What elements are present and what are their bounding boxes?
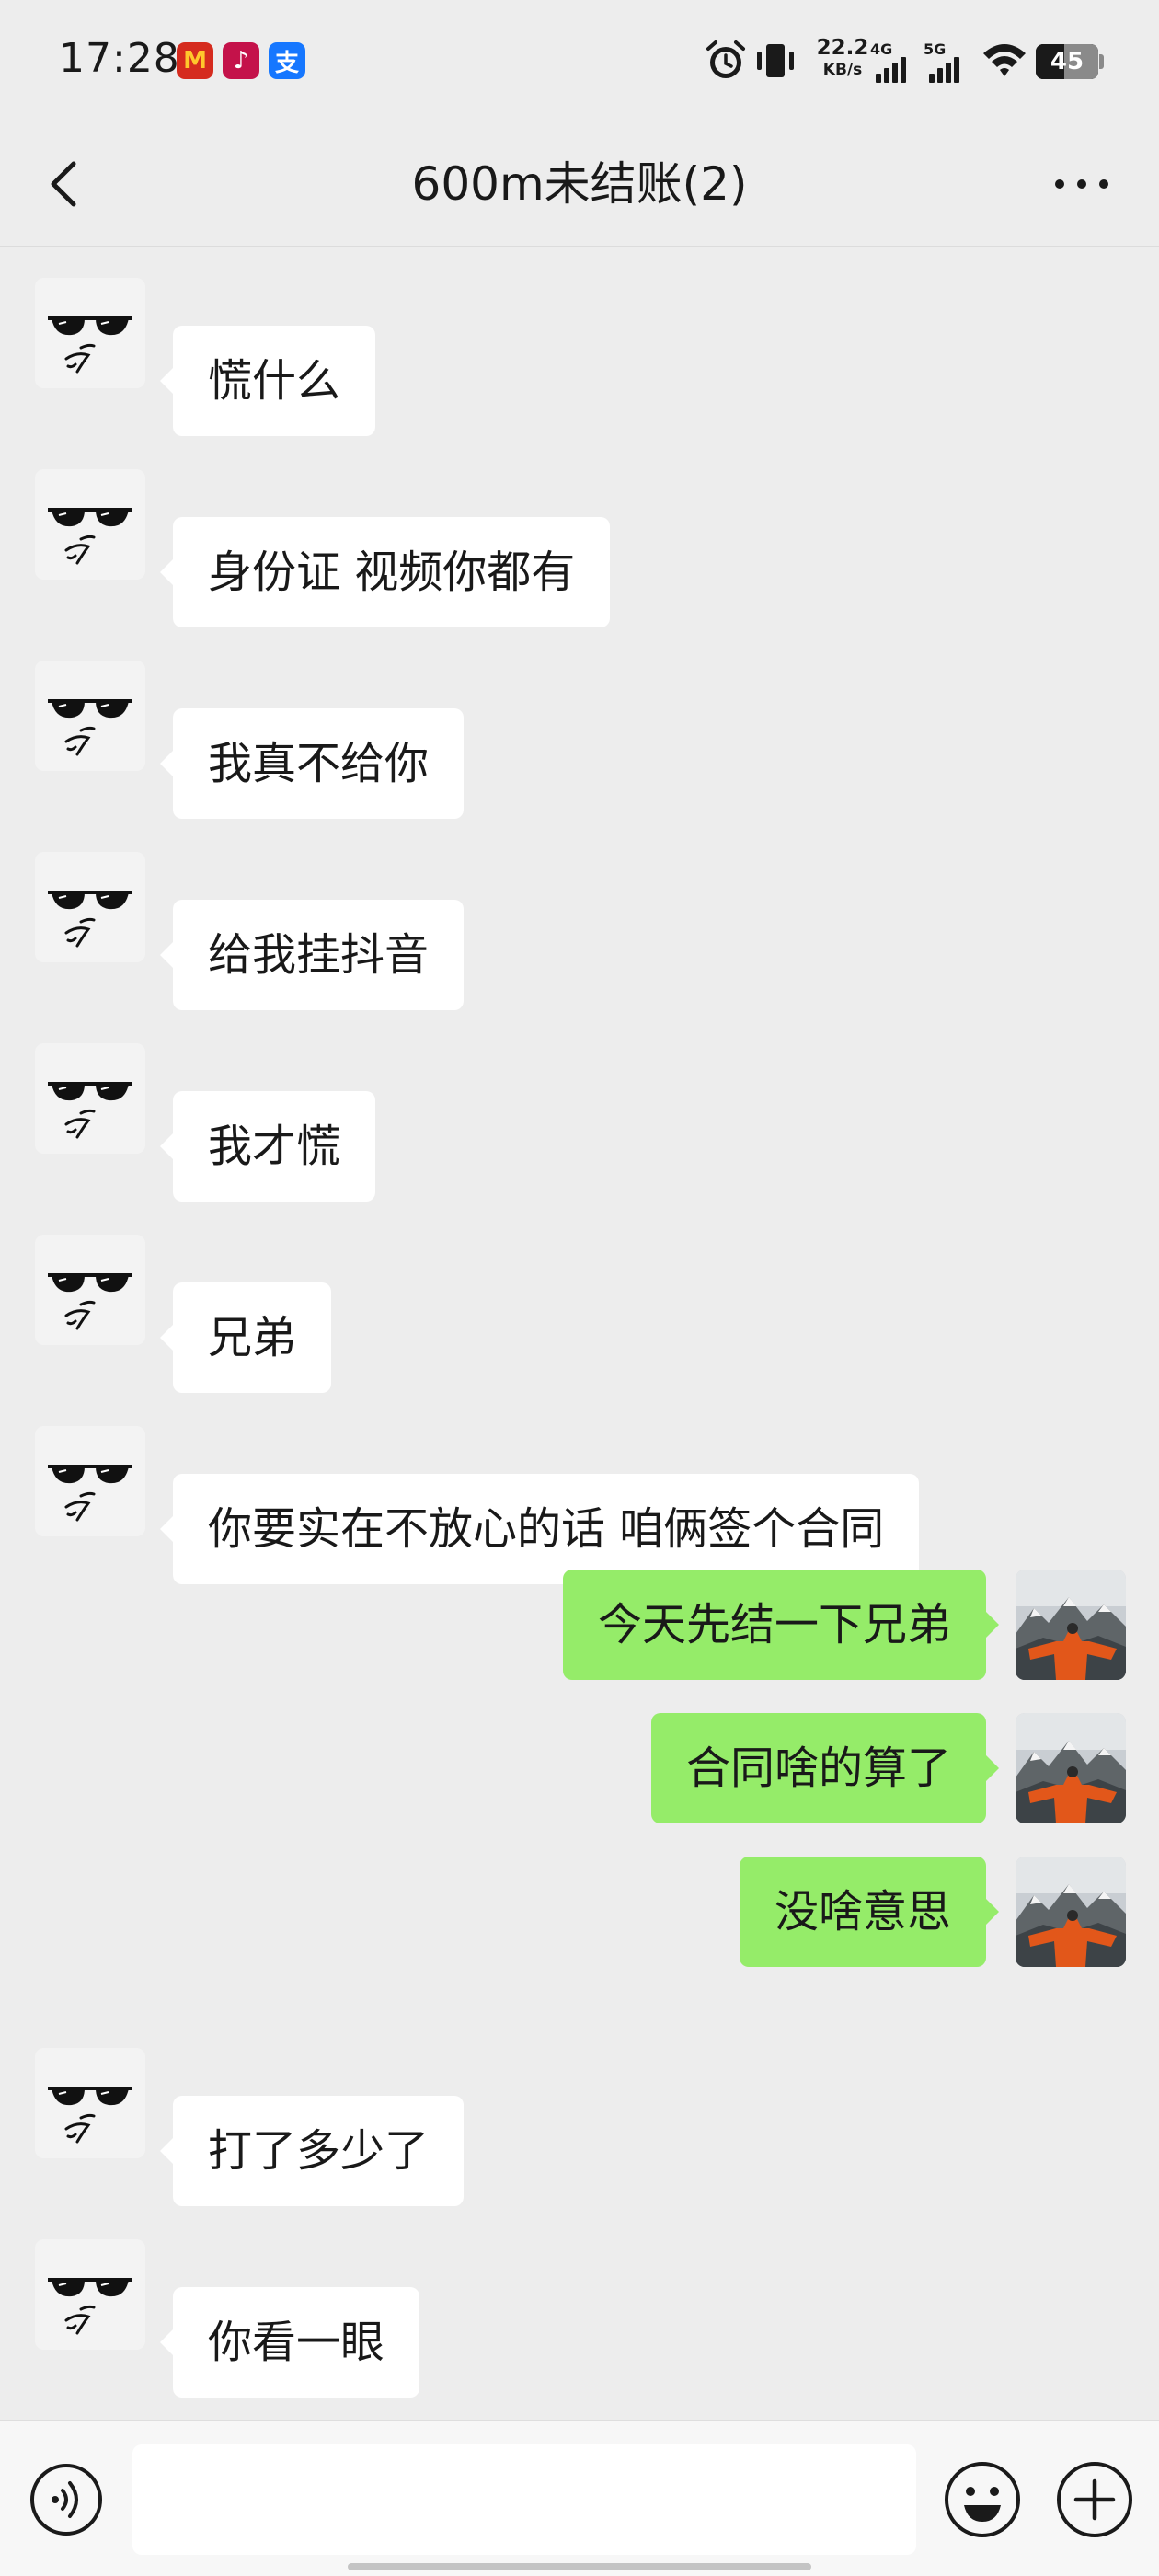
my-avatar[interactable] — [1016, 1713, 1126, 1823]
message-row: 没啥意思 — [0, 1857, 1159, 1967]
signal-4g-label: 4G — [870, 40, 893, 58]
sunglasses-face-avatar-image — [35, 278, 145, 388]
mountain-person-avatar-image — [1016, 1570, 1126, 1680]
my-avatar[interactable] — [1016, 1857, 1126, 1967]
mcdonalds-app-icon: M — [177, 42, 213, 79]
message-row: 打了多少了 — [0, 2048, 1159, 2206]
chat-title[interactable]: 600m未结账(2) — [276, 149, 883, 219]
sunglasses-face-avatar-image — [35, 2239, 145, 2350]
signal-5g-icon: 5G — [924, 40, 971, 83]
contact-avatar[interactable] — [35, 278, 145, 388]
plus-button[interactable] — [1054, 2459, 1135, 2540]
voice-button[interactable] — [28, 2461, 105, 2538]
incoming-message-bubble[interactable]: 慌什么 — [159, 326, 376, 436]
sunglasses-face-avatar-image — [35, 2048, 145, 2158]
back-button[interactable] — [31, 151, 98, 217]
message-row: 合同啥的算了 — [0, 1713, 1159, 1823]
my-avatar[interactable] — [1016, 1570, 1126, 1680]
message-row: 我才慌 — [0, 1043, 1159, 1202]
incoming-message-bubble[interactable]: 你看一眼 — [159, 2287, 420, 2398]
tiktok-app-icon: ♪ — [223, 42, 259, 79]
chat-header: 600m未结账(2) — [0, 123, 1159, 247]
vibrate-icon — [757, 44, 794, 77]
incoming-message-bubble[interactable]: 我真不给你 — [159, 708, 465, 819]
outgoing-message-bubble[interactable]: 没啥意思 — [739, 1857, 1000, 1967]
sunglasses-face-avatar-image — [35, 1043, 145, 1154]
alipay-app-icon: 支 — [269, 42, 305, 79]
more-button[interactable] — [1045, 160, 1119, 208]
sunglasses-face-avatar-image — [35, 661, 145, 771]
signal-4g-icon: 4G — [870, 40, 918, 83]
outgoing-message-bubble[interactable]: 今天先结一下兄弟 — [562, 1570, 1000, 1680]
message-row: 慌什么 — [0, 278, 1159, 436]
contact-avatar[interactable] — [35, 1043, 145, 1154]
emoji-icon — [945, 2462, 1020, 2537]
wifi-icon — [983, 44, 1026, 76]
status-time: 17:28 — [59, 35, 180, 82]
message-list[interactable]: 慌什么身份证 视频你都有 我真不给你给我挂抖音我才慌兄弟你要实在不放心的话 咱俩签… — [0, 247, 1159, 2420]
network-speed-unit: KB/s — [822, 61, 863, 79]
message-row: 你看一眼 — [0, 2239, 1159, 2398]
message-row: 你要实在不放心的话 咱俩签个合同 — [0, 1426, 1159, 1584]
mountain-person-avatar-image — [1016, 1713, 1126, 1823]
mountain-person-avatar-image — [1016, 1857, 1126, 1967]
incoming-message-bubble[interactable]: 你要实在不放心的话 咱俩签个合同 — [159, 1474, 920, 1584]
contact-avatar[interactable] — [35, 469, 145, 580]
sunglasses-face-avatar-image — [35, 852, 145, 962]
input-bar — [0, 2420, 1159, 2576]
sunglasses-face-avatar-image — [35, 469, 145, 580]
contact-avatar[interactable] — [35, 661, 145, 771]
sunglasses-face-avatar-image — [35, 1235, 145, 1345]
more-icon — [1055, 179, 1108, 189]
message-input[interactable] — [132, 2444, 916, 2555]
network-speed: 22.2 KB/s — [809, 37, 876, 81]
contact-avatar[interactable] — [35, 852, 145, 962]
message-row: 我真不给你 — [0, 661, 1159, 819]
contact-avatar[interactable] — [35, 1426, 145, 1536]
message-row: 今天先结一下兄弟 — [0, 1570, 1159, 1680]
message-row: 兄弟 — [0, 1235, 1159, 1393]
contact-avatar[interactable] — [35, 1235, 145, 1345]
network-speed-value: 22.2 — [816, 36, 869, 60]
battery-level: 45 — [1050, 48, 1084, 75]
plus-icon — [1057, 2462, 1132, 2537]
battery-icon: 45 — [1036, 44, 1098, 79]
outgoing-message-bubble[interactable]: 合同啥的算了 — [650, 1713, 1000, 1823]
signal-5g-label: 5G — [924, 40, 947, 58]
home-indicator[interactable] — [348, 2563, 811, 2570]
message-row: 身份证 视频你都有 — [0, 469, 1159, 627]
incoming-message-bubble[interactable]: 打了多少了 — [159, 2096, 465, 2206]
contact-avatar[interactable] — [35, 2239, 145, 2350]
sunglasses-face-avatar-image — [35, 1426, 145, 1536]
incoming-message-bubble[interactable]: 给我挂抖音 — [159, 900, 465, 1010]
alarm-icon — [706, 40, 745, 78]
emoji-button[interactable] — [942, 2459, 1023, 2540]
incoming-message-bubble[interactable]: 兄弟 — [159, 1282, 332, 1393]
incoming-message-bubble[interactable]: 我才慌 — [159, 1091, 376, 1202]
incoming-message-bubble[interactable]: 身份证 视频你都有 — [159, 517, 611, 627]
status-bar: 17:28 M ♪ 支 22.2 KB/s 4G 5G 45 — [0, 0, 1159, 123]
chevron-left-icon — [51, 161, 76, 207]
message-row: 给我挂抖音 — [0, 852, 1159, 1010]
battery-tip — [1099, 54, 1104, 69]
contact-avatar[interactable] — [35, 2048, 145, 2158]
voice-icon — [30, 2464, 102, 2536]
